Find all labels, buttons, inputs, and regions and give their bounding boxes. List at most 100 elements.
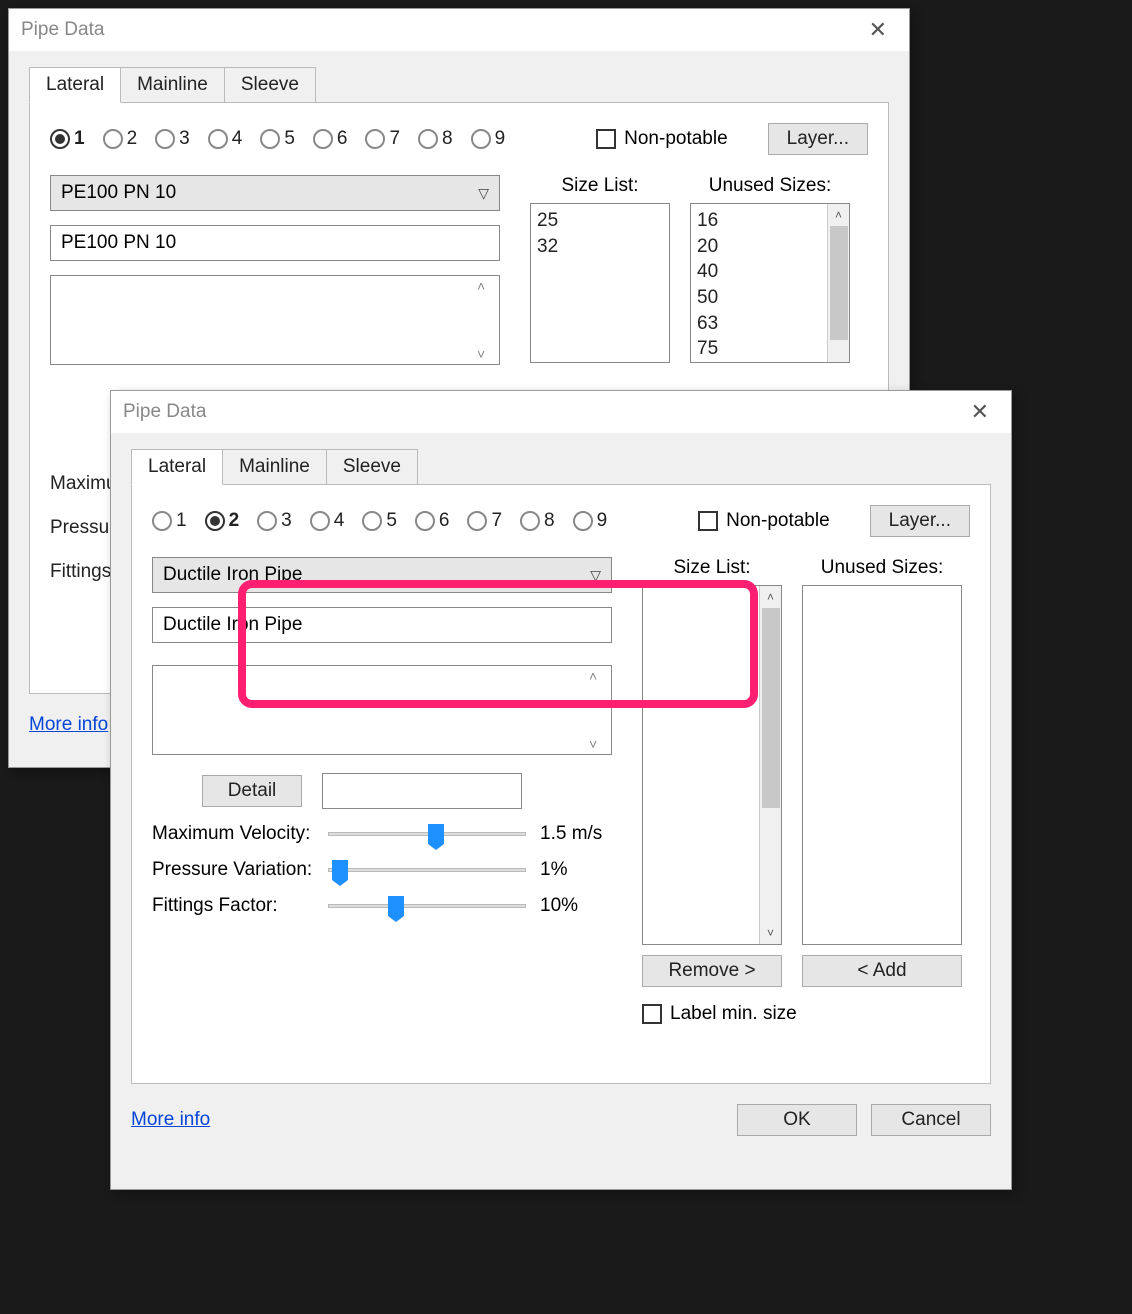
label-min-size-checkbox[interactable]: Label min. size [642,1003,797,1025]
radio-5[interactable]: 5 [260,128,295,150]
chevron-down-icon[interactable]: ˅ [477,346,497,362]
radio-3[interactable]: 3 [155,128,190,150]
chevron-up-icon[interactable]: ˄ [760,586,781,608]
pipe-type-select-value: Ductile Iron Pipe [163,564,302,586]
nonpotable-label: Non-potable [726,510,830,532]
pipe-notes-textarea[interactable]: ˄˅ [50,275,500,365]
size-list[interactable]: ˄ ˅ [642,585,782,945]
fittings-factor-slider[interactable] [328,895,526,917]
tab-mainline[interactable]: Mainline [120,67,225,103]
more-info-link[interactable]: More info [131,1109,210,1131]
pipe-type-text-value: Ductile Iron Pipe [163,614,302,636]
chevron-down-icon: ▽ [478,185,489,202]
pipe-type-select[interactable]: PE100 PN 10 ▽ [50,175,500,211]
pipe-type-select-value: PE100 PN 10 [61,182,176,204]
ok-button[interactable]: OK [737,1104,857,1136]
label-min-size-label: Label min. size [670,1003,797,1025]
chevron-down-icon[interactable]: ˅ [760,922,781,944]
fittings-factor-value: 10% [540,895,612,917]
radio-8[interactable]: 8 [418,128,453,150]
tab-mainline[interactable]: Mainline [222,449,327,485]
pipe-type-text[interactable]: Ductile Iron Pipe [152,607,612,643]
tab-sleeve-label: Sleeve [241,74,299,95]
layer-button[interactable]: Layer... [768,123,868,155]
radio-8[interactable]: 8 [520,510,555,532]
unused-sizes-label: Unused Sizes: [802,557,962,579]
detail-button[interactable]: Detail [202,775,302,807]
radio-7[interactable]: 7 [467,510,502,532]
tab-lateral[interactable]: Lateral [131,449,223,485]
dialog-title: Pipe Data [21,19,104,41]
layer-button[interactable]: Layer... [870,505,970,537]
pressure-variation-label: Pressu [50,517,117,539]
tab-sleeve[interactable]: Sleeve [224,67,316,103]
radio-1[interactable]: 1 [50,128,85,150]
list-item[interactable]: 63 [697,311,843,337]
list-item[interactable]: 25 [537,208,663,234]
pipe-type-text[interactable]: PE100 PN 10 [50,225,500,261]
chevron-up-icon[interactable]: ˄ [828,204,849,226]
more-info-link[interactable]: More info [29,714,108,735]
nonpotable-checkbox[interactable]: Non-potable [698,510,830,532]
pipe-type-select[interactable]: Ductile Iron Pipe ▽ [152,557,612,593]
list-item[interactable]: 16 [697,208,843,234]
radio-4[interactable]: 4 [310,510,345,532]
chevron-up-icon[interactable]: ˄ [477,278,497,294]
detail-text[interactable] [322,773,522,809]
tab-sleeve[interactable]: Sleeve [326,449,418,485]
remove-button[interactable]: Remove > [642,955,782,987]
dialog-title: Pipe Data [123,401,206,423]
list-item[interactable]: 75 [697,336,843,362]
fittings-factor-label: Fittings Factor: [152,895,314,917]
titlebar: Pipe Data ✕ [9,9,909,51]
close-icon[interactable]: ✕ [859,13,897,47]
radio-5[interactable]: 5 [362,510,397,532]
radio-3[interactable]: 3 [257,510,292,532]
radio-2[interactable]: 2 [103,128,138,150]
list-item[interactable]: 32 [537,234,663,260]
radio-4[interactable]: 4 [208,128,243,150]
tab-sleeve-label: Sleeve [343,456,401,477]
pressure-variation-value: 1% [540,859,612,881]
max-velocity-value: 1.5 m/s [540,823,612,845]
size-list[interactable]: 25 32 [530,203,670,363]
list-item[interactable]: 20 [697,234,843,260]
unused-sizes-label: Unused Sizes: [690,175,850,197]
size-list-label: Size List: [642,557,782,579]
chevron-down-icon: ▽ [590,567,601,584]
radio-6[interactable]: 6 [313,128,348,150]
pipe-data-dialog-front: Pipe Data ✕ Lateral Mainline Sleeve 1 2 … [110,390,1012,1190]
max-velocity-label: Maximum Velocity: [152,823,314,845]
tab-mainline-label: Mainline [239,456,310,477]
radio-2[interactable]: 2 [205,510,240,532]
list-item[interactable]: 50 [697,285,843,311]
pressure-variation-slider[interactable] [328,859,526,881]
radio-9[interactable]: 9 [573,510,608,532]
radio-1[interactable]: 1 [152,510,187,532]
list-item[interactable]: 90 [697,362,843,363]
chevron-up-icon[interactable]: ˄ [589,668,609,684]
titlebar: Pipe Data ✕ [111,391,1011,433]
cancel-button[interactable]: Cancel [871,1104,991,1136]
pipe-notes-textarea[interactable]: ˄˅ [152,665,612,755]
max-velocity-label: Maximu [50,473,117,495]
size-list-label: Size List: [530,175,670,197]
nonpotable-checkbox[interactable]: Non-potable [596,128,728,150]
nonpotable-label: Non-potable [624,128,728,150]
tab-lateral[interactable]: Lateral [29,67,121,103]
chevron-down-icon[interactable]: ˅ [589,736,609,752]
unused-sizes-list[interactable]: 16 20 40 50 63 75 90 ˄ ˅ [690,203,850,363]
scrollbar-thumb[interactable] [830,226,848,340]
max-velocity-slider[interactable] [328,823,526,845]
radio-7[interactable]: 7 [365,128,400,150]
unused-sizes-list[interactable] [802,585,962,945]
scrollbar-thumb[interactable] [762,608,780,808]
radio-9[interactable]: 9 [471,128,506,150]
radio-6[interactable]: 6 [415,510,450,532]
pressure-variation-label: Pressure Variation: [152,859,314,881]
list-item[interactable]: 40 [697,259,843,285]
close-icon[interactable]: ✕ [961,395,999,429]
pipe-type-text-value: PE100 PN 10 [61,232,176,254]
add-button[interactable]: < Add [802,955,962,987]
tab-lateral-label: Lateral [148,456,206,477]
